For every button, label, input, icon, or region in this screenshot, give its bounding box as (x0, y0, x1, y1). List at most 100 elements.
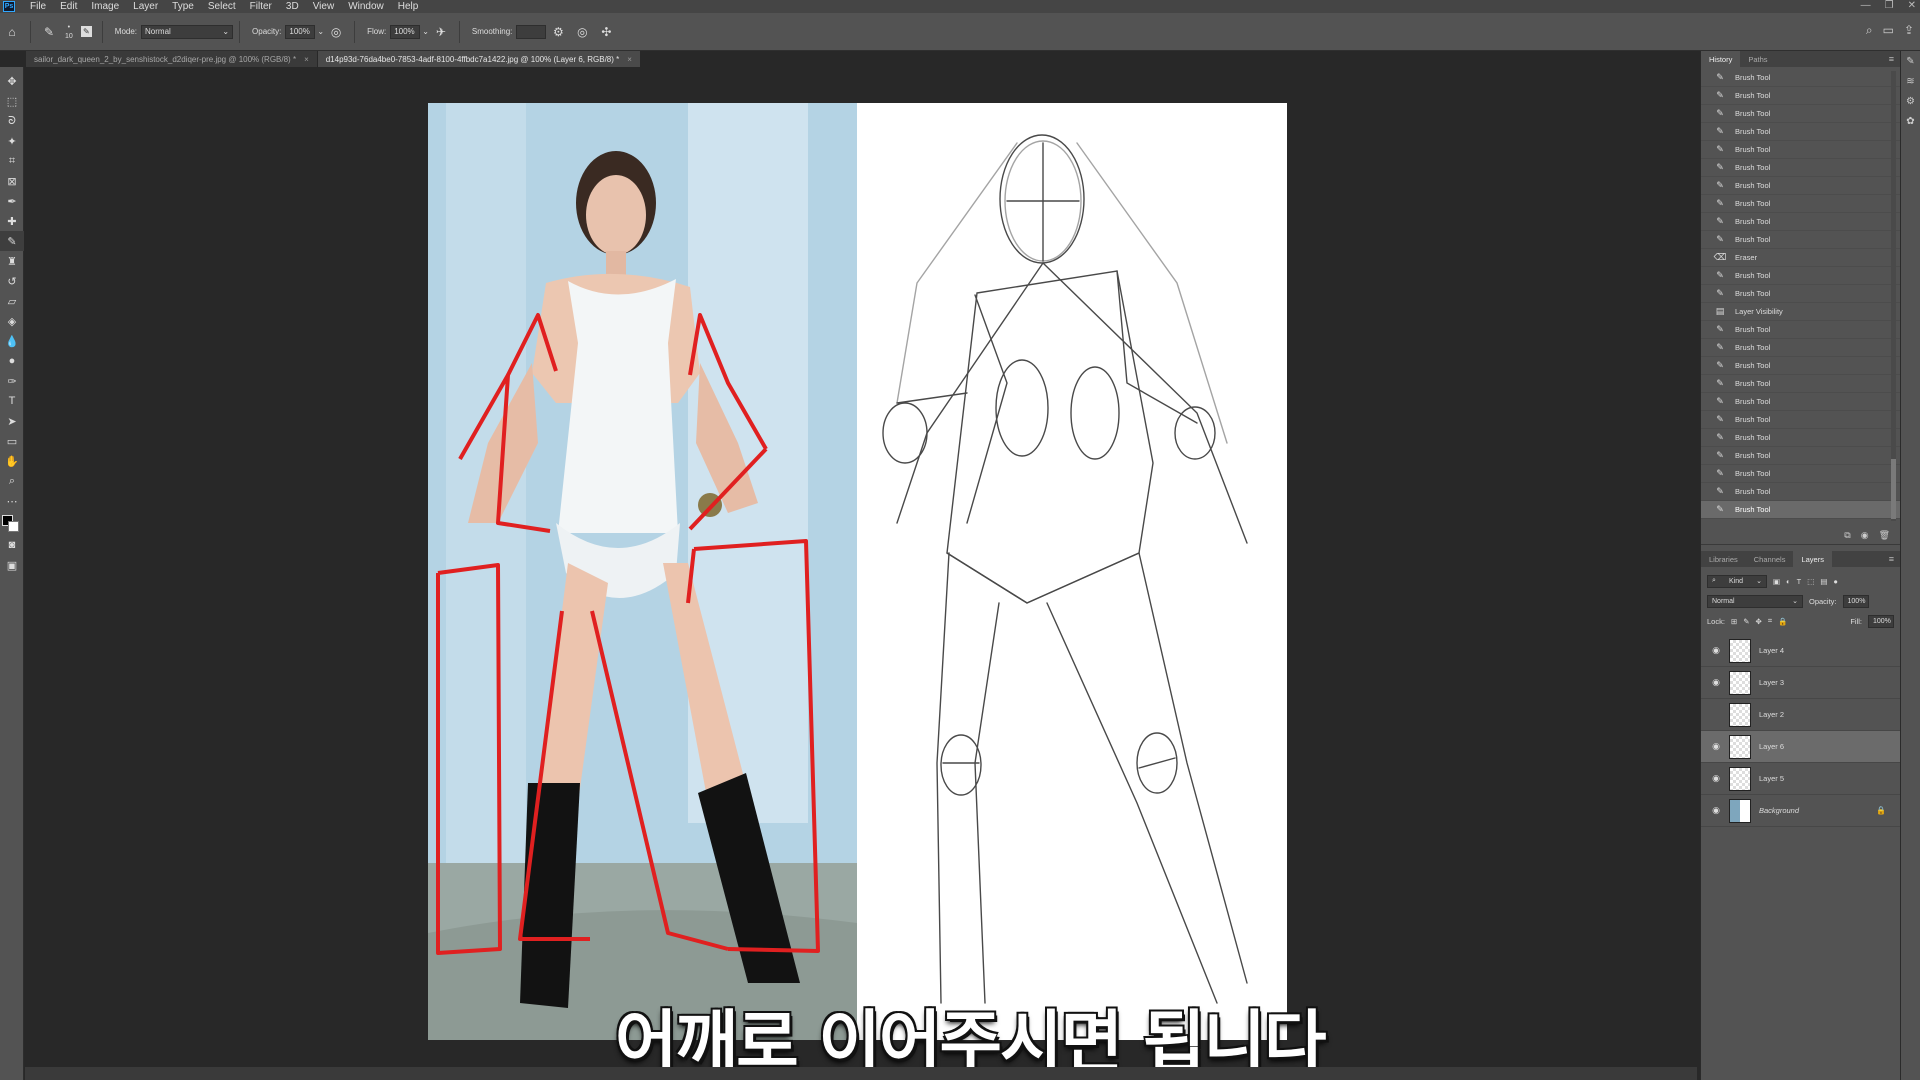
history-list[interactable]: ✎ Brush Tool ✎ Brush Tool ✎ Brush Tool ✎ Brush … (1701, 67, 1900, 527)
eyedropper-tool-icon[interactable]: ✒ (0, 191, 24, 211)
close-icon[interactable]: × (304, 55, 309, 64)
menu-file[interactable]: File (23, 1, 53, 12)
menu-window[interactable]: Window (341, 1, 391, 12)
layer-row[interactable]: ◉ Layer 6 (1701, 731, 1900, 763)
history-item[interactable]: ✎ Brush Tool (1701, 393, 1900, 411)
panel-menu-icon[interactable]: ≡ (1889, 554, 1894, 564)
history-item[interactable]: ✎ Brush Tool (1701, 483, 1900, 501)
history-item[interactable]: ✎ Brush Tool (1701, 141, 1900, 159)
blend-mode-select[interactable]: Normal ⌄ (1707, 594, 1803, 608)
layer-opacity-field[interactable]: 100% (1842, 594, 1869, 608)
crop-tool-icon[interactable]: ⌗ (0, 151, 24, 171)
layer-name[interactable]: Layer 6 (1759, 742, 1784, 751)
history-item[interactable]: ✎ Brush Tool (1701, 321, 1900, 339)
history-item[interactable]: ✎ Brush Tool (1701, 375, 1900, 393)
menu-3d[interactable]: 3D (279, 1, 306, 12)
menu-help[interactable]: Help (391, 1, 426, 12)
brush-settings-icon[interactable]: ✎ (1901, 51, 1920, 71)
fill-field[interactable]: 100% (1868, 614, 1894, 628)
filter-toggle-icon[interactable]: ● (1833, 577, 1838, 586)
blur-tool-icon[interactable]: 💧 (0, 331, 24, 351)
filter-smart-object-icon[interactable]: ▤ (1820, 577, 1827, 586)
more-tools-icon[interactable]: ⋯ (0, 491, 24, 511)
layer-row[interactable]: ◉ Layer 3 (1701, 667, 1900, 699)
tab-layers[interactable]: Layers (1793, 551, 1832, 567)
layer-row[interactable]: ◉ Layer 4 (1701, 635, 1900, 667)
new-document-from-state-icon[interactable]: ⧉ (1844, 530, 1850, 541)
color-swatches[interactable] (0, 511, 24, 535)
lock-transparent-icon[interactable]: ⊞ (1731, 617, 1737, 626)
layer-list[interactable]: ◉ Layer 4 ◉ Layer 3 Layer 2 ◉ Layer 6 ◉ Layer 5 ◉… (1701, 635, 1900, 827)
history-item[interactable]: ✎ Brush Tool (1701, 429, 1900, 447)
mode-select[interactable]: Normal ⌄ (141, 24, 234, 39)
tab-paths[interactable]: Paths (1740, 51, 1775, 67)
smoothing-field[interactable] (516, 24, 547, 39)
minimize-button[interactable]: — (1861, 0, 1871, 11)
eye-icon[interactable]: ◉ (1709, 741, 1723, 752)
history-item[interactable]: ✎ Brush Tool (1701, 465, 1900, 483)
layer-name[interactable]: Layer 2 (1759, 710, 1784, 719)
pressure-opacity-icon[interactable]: ◎ (328, 24, 344, 40)
share-icon[interactable]: ⇪ (1904, 23, 1914, 38)
history-item[interactable]: ✎ Brush Tool (1701, 501, 1900, 519)
airbrush-icon[interactable]: ✈ (433, 24, 449, 40)
brush-preset-icon[interactable]: ✎ (41, 24, 57, 40)
history-scrollbar[interactable] (1891, 71, 1896, 521)
eye-icon[interactable]: ◉ (1709, 677, 1723, 688)
lock-artboard-icon[interactable]: ⌗ (1768, 616, 1772, 626)
home-icon[interactable]: ⌂ (4, 24, 20, 40)
frame-tool-icon[interactable]: ⊠ (0, 171, 24, 191)
layer-row[interactable]: ◉ Background 🔒 (1701, 795, 1900, 827)
history-item[interactable]: ✎ Brush Tool (1701, 267, 1900, 285)
zoom-tool-icon[interactable]: ⌕ (0, 471, 24, 491)
history-item[interactable]: ✎ Brush Tool (1701, 87, 1900, 105)
history-item[interactable]: ✎ Brush Tool (1701, 339, 1900, 357)
gear-icon[interactable]: ⚙ (550, 24, 566, 40)
chevron-down-icon[interactable]: ⌄ (422, 27, 429, 36)
close-button[interactable]: ✕ (1908, 0, 1916, 11)
trash-icon[interactable]: 🗑 (1879, 530, 1890, 541)
clone-stamp-tool-icon[interactable]: ♜ (0, 251, 24, 271)
menu-edit[interactable]: Edit (53, 1, 84, 12)
history-item[interactable]: ▤ Layer Visibility (1701, 303, 1900, 321)
menu-type[interactable]: Type (165, 1, 201, 12)
history-item[interactable]: ✎ Brush Tool (1701, 285, 1900, 303)
lasso-tool-icon[interactable]: ᘐ (0, 111, 24, 131)
healing-brush-tool-icon[interactable]: ✚ (0, 211, 24, 231)
properties-icon[interactable]: ⚙ (1901, 91, 1920, 111)
paint-bucket-tool-icon[interactable]: ◈ (0, 311, 24, 331)
history-item[interactable]: ✎ Brush Tool (1701, 447, 1900, 465)
layer-row[interactable]: Layer 2 (1701, 699, 1900, 731)
brush-size-picker[interactable]: • 10 (65, 23, 73, 41)
history-item[interactable]: ✎ Brush Tool (1701, 195, 1900, 213)
tab-channels[interactable]: Channels (1746, 551, 1794, 567)
history-brush-tool-icon[interactable]: ↺ (0, 271, 24, 291)
lock-image-icon[interactable]: ✎ (1743, 617, 1749, 626)
layer-filter-select[interactable]: ⌕ Kind ⌄ (1707, 574, 1767, 588)
restore-button[interactable]: ❐ (1885, 0, 1894, 11)
opacity-field[interactable]: 100% (285, 24, 316, 39)
history-item[interactable]: ✎ Brush Tool (1701, 69, 1900, 87)
history-item[interactable]: ✎ Brush Tool (1701, 159, 1900, 177)
layer-name[interactable]: Layer 3 (1759, 678, 1784, 687)
magic-wand-tool-icon[interactable]: ✦ (0, 131, 24, 151)
move-tool-icon[interactable]: ✥ (0, 71, 24, 91)
brushes-icon[interactable]: ✿ (1901, 111, 1920, 131)
tab-libraries[interactable]: Libraries (1701, 551, 1746, 567)
history-scroll-thumb[interactable] (1891, 459, 1896, 519)
history-item[interactable]: ✎ Brush Tool (1701, 231, 1900, 249)
document-tab-active[interactable]: d14p93d-76da4be0-7853-4adf-8100-4ffbdc7a… (317, 51, 640, 67)
layer-name[interactable]: Layer 5 (1759, 774, 1784, 783)
eye-icon[interactable]: ◉ (1709, 773, 1723, 784)
pressure-size-icon[interactable]: ◎ (574, 24, 590, 40)
symmetry-icon[interactable]: ✣ (598, 24, 614, 40)
pen-tool-icon[interactable]: ✑ (0, 371, 24, 391)
history-item[interactable]: ✎ Brush Tool (1701, 357, 1900, 375)
panel-menu-icon[interactable]: ≡ (1889, 54, 1894, 64)
filter-adjustment-icon[interactable]: ◐ (1786, 577, 1791, 586)
eraser-tool-icon[interactable]: ▱ (0, 291, 24, 311)
workspace-icon[interactable]: ▭ (1883, 23, 1894, 38)
quick-mask-icon[interactable]: ◙ (0, 535, 24, 555)
canvas-area[interactable]: 어깨로 이어주시면 됩니다 (25, 67, 1697, 1080)
brush-tool-icon[interactable]: ✎ (0, 231, 24, 251)
